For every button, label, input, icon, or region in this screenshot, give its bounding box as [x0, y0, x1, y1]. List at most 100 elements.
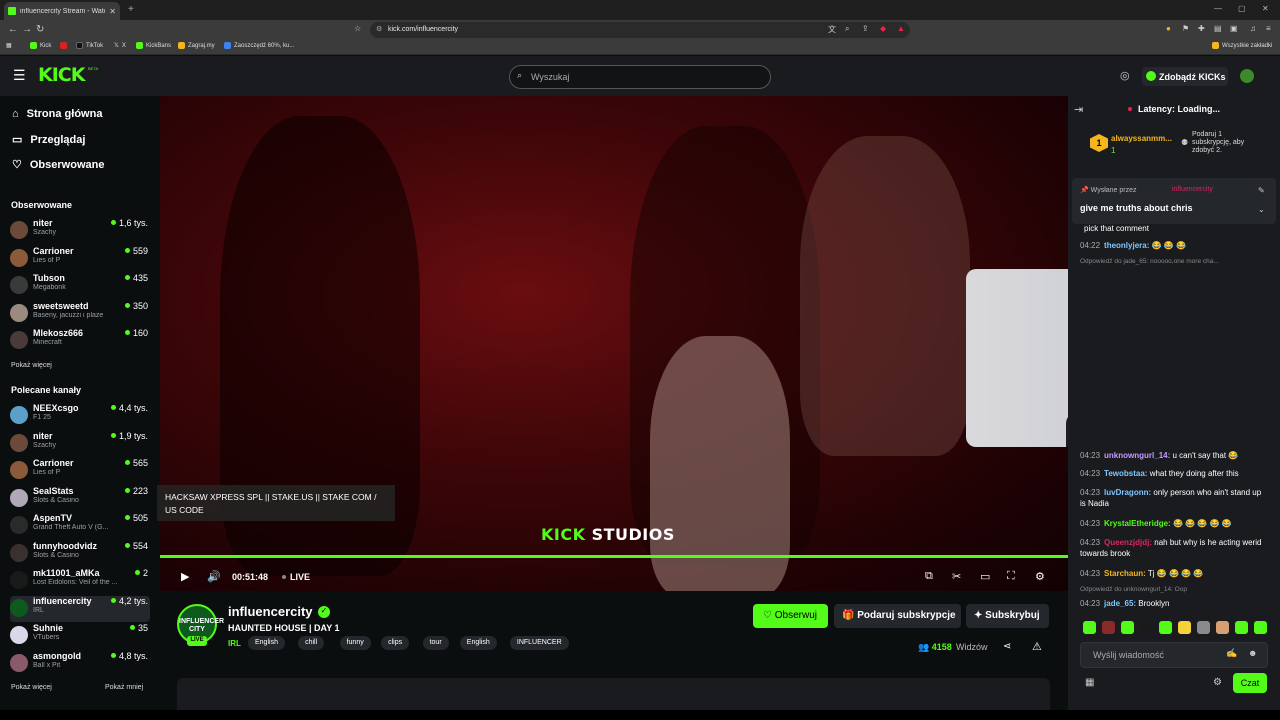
emote-picker-icon[interactable]: ✍	[1226, 648, 1237, 659]
show-more-recommended[interactable]: Pokaż więcej	[11, 684, 52, 691]
chat-settings-icon[interactable]: ⚙	[1213, 677, 1222, 688]
pip-icon[interactable]: ⧉	[925, 570, 933, 583]
chat-message[interactable]: 04:23 Tewobstaa: what they doing after th…	[1080, 468, 1268, 479]
chat-input[interactable]: Wyślij wiadomość	[1080, 642, 1268, 668]
emote-icon[interactable]	[1121, 621, 1134, 634]
emote-icon[interactable]	[1140, 621, 1153, 634]
wallet-icon[interactable]: ▣	[1230, 24, 1238, 33]
user-avatar[interactable]	[1240, 69, 1254, 83]
sidebar-channel-influencercity[interactable]: influencercity IRL 4,2 tys.	[10, 595, 150, 622]
message-username[interactable]: Starchaun:	[1104, 569, 1146, 578]
maximize-icon[interactable]: ▢	[1238, 4, 1246, 13]
tag-chip[interactable]: English	[459, 636, 497, 650]
report-icon[interactable]: ⚠	[1032, 640, 1042, 653]
tag-chip[interactable]: clips	[381, 636, 410, 650]
menu-icon[interactable]: ≡	[1266, 24, 1271, 33]
show-less-recommended[interactable]: Pokaż mniej	[105, 684, 143, 691]
follow-button[interactable]: ♡ Obserwuj	[753, 604, 828, 628]
new-tab-icon[interactable]: +	[128, 4, 134, 15]
video-progress-bar[interactable]	[160, 555, 1068, 558]
bookmark-item[interactable]: Zagraj.my	[178, 42, 215, 49]
gift-icon[interactable]: ▦	[1085, 677, 1094, 688]
forward-icon[interactable]: →	[22, 24, 32, 35]
nav-browse[interactable]: ▭ Przeglądaj	[12, 133, 85, 147]
kick-logo[interactable]: KICK	[38, 64, 85, 86]
emote-icon[interactable]	[1159, 621, 1172, 634]
emote-icon[interactable]	[1216, 621, 1229, 634]
gift-subs-button[interactable]: 🎁 Podaruj subskrypcje	[834, 604, 961, 628]
share-icon[interactable]: ⋖	[1003, 641, 1011, 652]
extension-icon[interactable]: ●	[1166, 24, 1171, 33]
all-bookmarks[interactable]: Wszystkie zakładki	[1212, 42, 1272, 49]
nav-home[interactable]: ⌂ Strona główna	[12, 108, 102, 120]
sidebar-channel-suhnie[interactable]: Suhnie VTubers 35	[10, 623, 150, 649]
window-close-icon[interactable]: ✕	[1262, 4, 1269, 13]
sidebar-channel-mlekosz666[interactable]: Mlekosz666 Minecraft 160	[10, 328, 150, 354]
reply-context[interactable]: Odpowiedź do jade_65: nooooo,one more ch…	[1080, 258, 1219, 265]
sidebar-channel-carrioner[interactable]: Carrioner Lies of P 565	[10, 458, 150, 484]
translate-icon[interactable]: 文	[828, 24, 836, 35]
back-icon[interactable]: ←	[8, 24, 18, 35]
streamer-name[interactable]: influencercity	[228, 604, 313, 619]
fullscreen-icon[interactable]: ⛶	[1007, 570, 1015, 583]
pinned-message[interactable]	[1072, 178, 1276, 224]
chat-message[interactable]: 04:23 unknowngurl_14: u can't say that 😂	[1080, 450, 1268, 461]
gift-hint[interactable]: Podaruj 1 subskrypcję, aby zdobyć 2.	[1192, 131, 1262, 155]
search-input[interactable]: Wyszukaj	[509, 65, 771, 89]
emote-icon[interactable]	[1178, 621, 1191, 634]
clip-icon[interactable]: ✂	[952, 570, 961, 583]
message-username[interactable]: unknowngurl_14:	[1104, 451, 1170, 460]
chat-message[interactable]: 04:22 theonlyjera: 😂 😂 😂	[1080, 240, 1268, 251]
tag-chip[interactable]: tour	[422, 636, 449, 650]
emote-icon[interactable]	[1102, 621, 1115, 634]
emote-icon[interactable]	[1254, 621, 1267, 634]
tag-chip[interactable]: English	[248, 636, 285, 650]
sidebar-channel-niter[interactable]: niter Szachy 1,6 tys.	[10, 218, 150, 244]
reload-icon[interactable]: ↻	[36, 24, 44, 35]
apps-icon[interactable]: ▦	[6, 42, 12, 49]
send-chat-button[interactable]: Czat	[1233, 673, 1267, 693]
settings-gear-icon[interactable]: ⚙	[1035, 570, 1045, 583]
sidebar-channel-sealstats[interactable]: SealStats Slots & Casino 223	[10, 486, 150, 512]
sidebar-channel-tubson[interactable]: Tubson Megabonk 435	[10, 273, 150, 299]
bookmark-item[interactable]: KickBans	[136, 42, 171, 49]
media-icon[interactable]: ♫	[1250, 24, 1256, 33]
zoom-icon[interactable]: ⌕	[845, 24, 849, 34]
chat-message[interactable]: pick that comment	[1080, 223, 1268, 234]
sidebar-channel-niter[interactable]: niter Szachy 1,9 tys.	[10, 431, 150, 457]
emote-icon[interactable]	[1235, 621, 1248, 634]
emote-icon[interactable]	[1197, 621, 1210, 634]
bookmark-item[interactable]	[60, 42, 67, 49]
play-icon[interactable]: ▶	[181, 570, 189, 583]
tag-chip[interactable]: funny	[339, 636, 371, 650]
theater-mode-icon[interactable]: ▭	[980, 570, 990, 583]
message-username[interactable]: theonlyjera:	[1104, 241, 1149, 250]
live-indicator[interactable]: LIVE	[290, 572, 310, 582]
collapse-chat-icon[interactable]: ⇥	[1074, 103, 1083, 116]
emoji-icon[interactable]: ☻	[1248, 648, 1257, 658]
brave-shield-icon[interactable]: ◆	[880, 24, 886, 33]
chevron-down-icon[interactable]: ⌄	[1258, 205, 1265, 214]
reply-context[interactable]: Odpowiedź do unknowngurl_14: Oop	[1080, 586, 1187, 593]
sidebar-channel-mk11001_amka[interactable]: mk11001_aMKa Lost Eidolons: Veil of the …	[10, 568, 150, 594]
chat-message[interactable]: 04:23 Queenzjdjdj: nah but why is he acti…	[1080, 537, 1268, 559]
emote-icon[interactable]	[1083, 621, 1096, 634]
sidebar-channel-sweetsweetd[interactable]: sweetsweetd Baseny, jacuzzi i plaże 350	[10, 301, 150, 327]
close-tab-icon[interactable]: ✕	[109, 7, 116, 16]
message-username[interactable]: Queenzjdjdj:	[1104, 538, 1152, 547]
stream-category[interactable]: IRL	[228, 639, 241, 648]
message-username[interactable]: KrystalEtheridge:	[1104, 519, 1171, 528]
subscribe-button[interactable]: ✦ Subskrybuj	[966, 604, 1049, 628]
chat-message[interactable]: 04:23 jade_65: Brooklyn	[1080, 598, 1268, 609]
unpin-icon[interactable]: ✎	[1258, 186, 1265, 195]
sidebar-channel-aspentv[interactable]: AspenTV Grand Theft Auto V (G... 505	[10, 513, 150, 539]
extension-icon[interactable]: ⚑	[1182, 24, 1189, 33]
sidebar-channel-funnyhoodvidz[interactable]: funnyhoodvidz Slots & Casino 554	[10, 541, 150, 567]
bookmark-item[interactable]: Kick	[30, 42, 51, 49]
alert-icon[interactable]: ▲	[897, 24, 905, 33]
extensions-puzzle-icon[interactable]: ✚	[1198, 24, 1205, 33]
sidebar-toggle-icon[interactable]: ▤	[1214, 24, 1222, 33]
chat-message[interactable]: 04:23 luvDragonn: only person who ain't s…	[1080, 487, 1268, 509]
rewards-icon[interactable]: ◎	[1120, 69, 1130, 82]
bookmark-star-icon[interactable]: ☆	[354, 24, 361, 33]
